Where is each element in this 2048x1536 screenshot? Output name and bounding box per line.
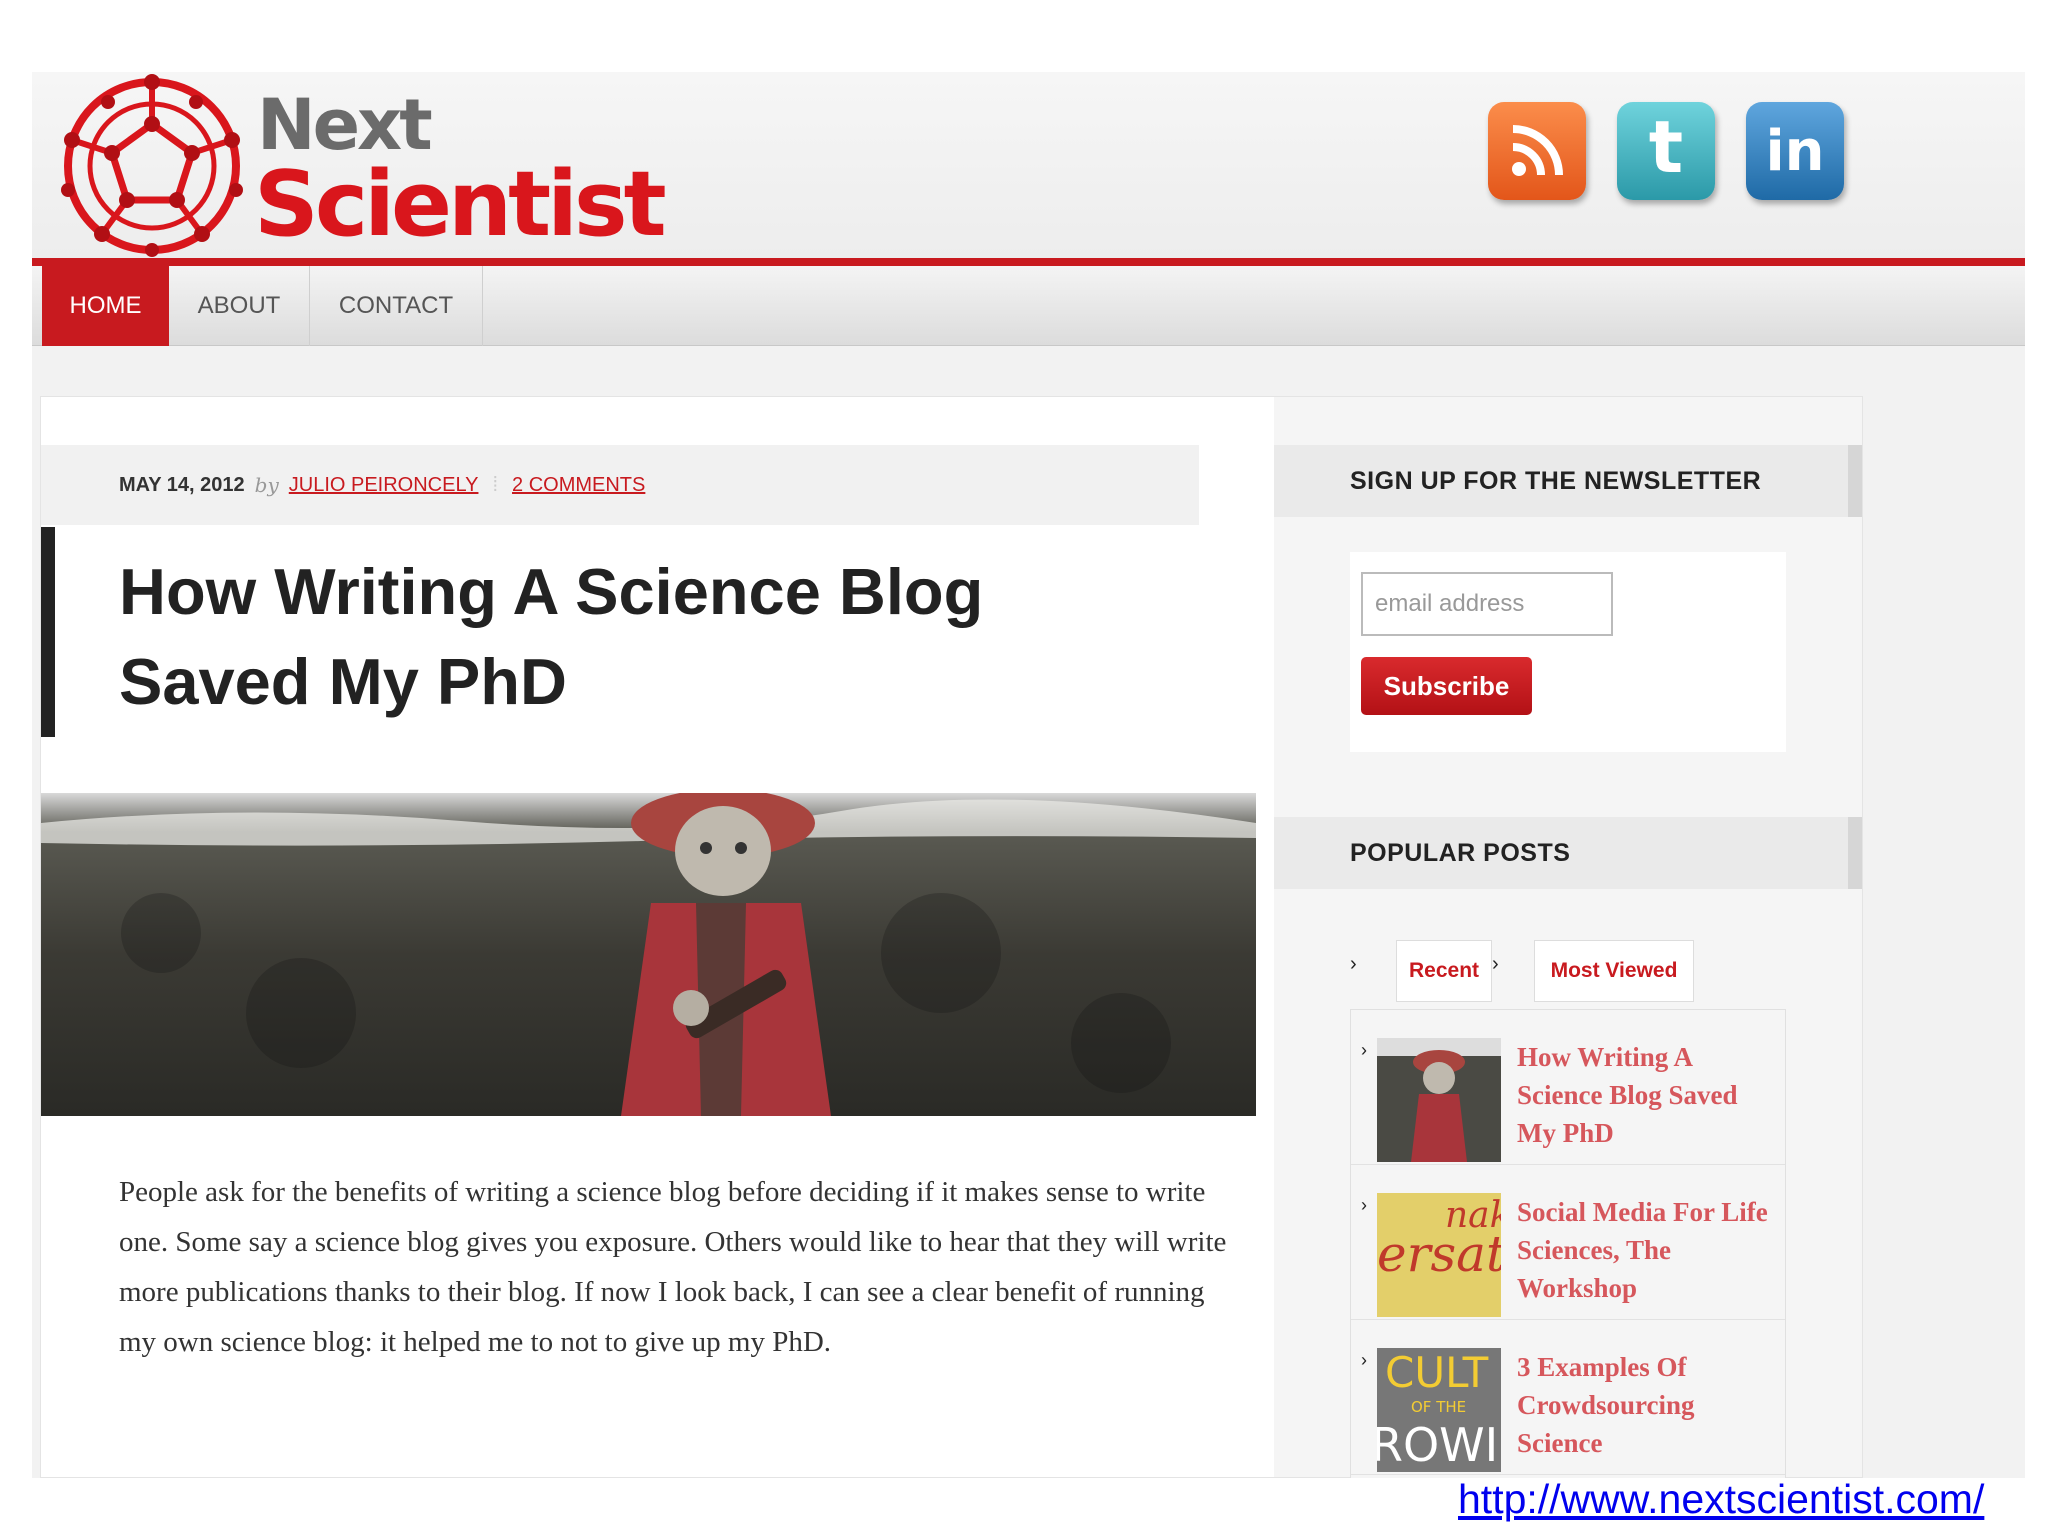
main-column: MAY 14, 2012 by JULIO PEIRONCELY ⁞ 2 COM… [41,397,1274,1477]
chevron-right-icon: › [1361,1350,1367,1370]
linkedin-icon: in [1765,118,1825,184]
title-accent-bar [41,527,55,737]
nav-about[interactable]: ABOUT [169,266,310,346]
post-by-label: by [254,473,279,497]
list-item[interactable]: › CULT OF THE ROWI 3 Examples Of Crowdso… [1351,1320,1785,1475]
header-divider [32,258,2025,266]
buckyball-logo-icon[interactable] [58,72,246,260]
thumbnail-text: CULT [1385,1348,1489,1397]
popular-post-link[interactable]: How Writing A Science Blog Saved My PhD [1517,1038,1777,1152]
tab-most-viewed[interactable]: Most Viewed [1534,940,1694,1002]
list-item[interactable]: › How Writing A Science Blog Saved My Ph… [1351,1010,1785,1165]
post-thumbnail[interactable]: nak ersati [1377,1193,1501,1317]
thumbnail-text: ersati [1377,1225,1501,1283]
thumbnail-text: OF THE [1411,1398,1467,1416]
subscribe-button[interactable]: Subscribe [1361,657,1532,715]
rss-icon [1512,125,1563,176]
sidebar: SIGN UP FOR THE NEWSLETTER Subscribe POP… [1274,397,1862,1478]
chevron-right-icon: › [1350,953,1357,975]
post-hero-image[interactable] [41,793,1256,1116]
post-comments-link[interactable]: 2 COMMENTS [512,474,645,497]
post-author-link[interactable]: JULIO PEIRONCELY [289,474,479,497]
website-frame: Next Scientist t in HOME ABOUT CONTACT M… [32,72,2025,1478]
logo-text-scientist[interactable]: Scientist [254,152,667,257]
post-thumbnail[interactable] [1377,1038,1501,1162]
nav-contact[interactable]: CONTACT [310,266,483,346]
meta-separator: ⁞ [492,473,499,496]
chevron-right-icon: › [1492,953,1499,975]
chevron-right-icon: › [1361,1040,1367,1060]
main-nav: HOME ABOUT CONTACT [32,266,2025,346]
rss-button[interactable] [1488,102,1586,200]
popular-posts-list: › How Writing A Science Blog Saved My Ph… [1350,1009,1786,1478]
website-url-link[interactable]: http://www.nextscientist.com/ [1458,1476,1984,1523]
twitter-button[interactable]: t [1617,102,1715,200]
post-thumbnail[interactable]: CULT OF THE ROWI [1377,1348,1501,1472]
post-excerpt: People ask for the benefits of writing a… [119,1176,1227,1358]
linkedin-button[interactable]: in [1746,102,1844,200]
post-meta: MAY 14, 2012 by JULIO PEIRONCELY ⁞ 2 COM… [41,445,1199,525]
email-field[interactable] [1361,572,1613,636]
thumbnail-text: ROWI [1377,1418,1499,1472]
list-item[interactable]: › nak ersati Social Media For Life Scien… [1351,1165,1785,1320]
tab-recent[interactable]: Recent [1396,940,1492,1002]
newsletter-form: Subscribe [1350,552,1786,752]
newsletter-heading: SIGN UP FOR THE NEWSLETTER [1274,445,1862,517]
popular-post-link[interactable]: Social Media For Life Sciences, The Work… [1517,1193,1777,1307]
content-area: MAY 14, 2012 by JULIO PEIRONCELY ⁞ 2 COM… [40,396,1863,1478]
post-title[interactable]: How Writing A Science Blog Saved My PhD [119,547,1119,727]
site-header: Next Scientist t in [32,72,2025,258]
twitter-icon: t [1648,105,1684,189]
popular-posts-heading: POPULAR POSTS [1274,817,1862,889]
post-date: MAY 14, 2012 [119,473,245,496]
popular-post-link[interactable]: 3 Examples Of Crowdsourcing Science [1517,1348,1777,1462]
chevron-right-icon: › [1361,1195,1367,1215]
nav-home[interactable]: HOME [42,266,169,346]
